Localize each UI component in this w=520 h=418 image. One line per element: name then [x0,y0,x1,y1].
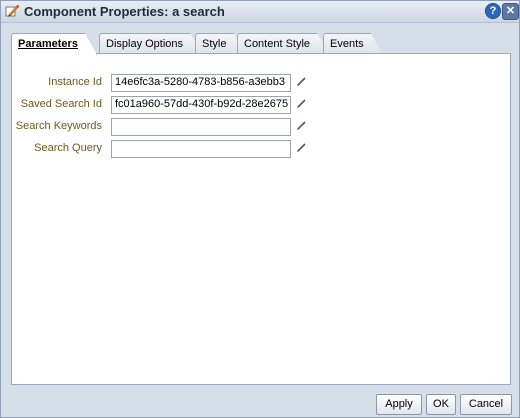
tab-content-style[interactable]: Content Style [237,33,329,54]
tab-bar: Parameters Display Options Style Content… [11,33,511,53]
ok-button[interactable]: OK [426,394,456,415]
tab-label: Content Style [244,38,311,50]
saved-search-id-field[interactable]: fc01a960-57dd-430f-b92d-28e2675 [111,96,291,114]
dialog-title: Component Properties: a search [24,4,225,19]
tab-parameters[interactable]: Parameters [11,33,97,55]
instance-id-row: Instance Id 14e6fc3a-5280-4783-b856-a3eb… [12,74,510,92]
close-icon[interactable]: ✕ [502,3,519,20]
edit-properties-icon [5,4,20,19]
tab-display-options[interactable]: Display Options [99,33,202,54]
search-query-field[interactable] [111,140,291,158]
tab-label: Events [330,38,364,50]
edit-pencil-icon[interactable] [296,120,307,131]
instance-id-label: Instance Id [48,76,102,88]
search-keywords-field[interactable] [111,118,291,136]
search-query-label: Search Query [34,142,102,154]
help-icon[interactable]: ? [485,3,501,19]
instance-id-field[interactable]: 14e6fc3a-5280-4783-b856-a3ebb3 [111,74,291,92]
cancel-button[interactable]: Cancel [460,394,512,415]
edit-pencil-icon[interactable] [296,98,307,109]
search-query-row: Search Query [12,140,510,158]
component-properties-dialog: Component Properties: a search ? ✕ Param… [0,0,520,418]
title-bar: Component Properties: a search ? ✕ [1,1,519,23]
parameters-panel: Instance Id 14e6fc3a-5280-4783-b856-a3eb… [11,53,511,385]
apply-button[interactable]: Apply [376,394,422,415]
tab-label: Parameters [18,38,78,50]
tab-label: Style [202,38,227,50]
button-bar: Apply OK Cancel [1,389,519,417]
edit-pencil-icon[interactable] [296,142,307,153]
saved-search-id-row: Saved Search Id fc01a960-57dd-430f-b92d-… [12,96,510,114]
edit-pencil-icon[interactable] [296,76,307,87]
saved-search-id-label: Saved Search Id [20,98,102,110]
tab-events[interactable]: Events [323,33,383,54]
search-keywords-row: Search Keywords [12,118,510,136]
tab-label: Display Options [106,38,184,50]
search-keywords-label: Search Keywords [15,120,102,132]
